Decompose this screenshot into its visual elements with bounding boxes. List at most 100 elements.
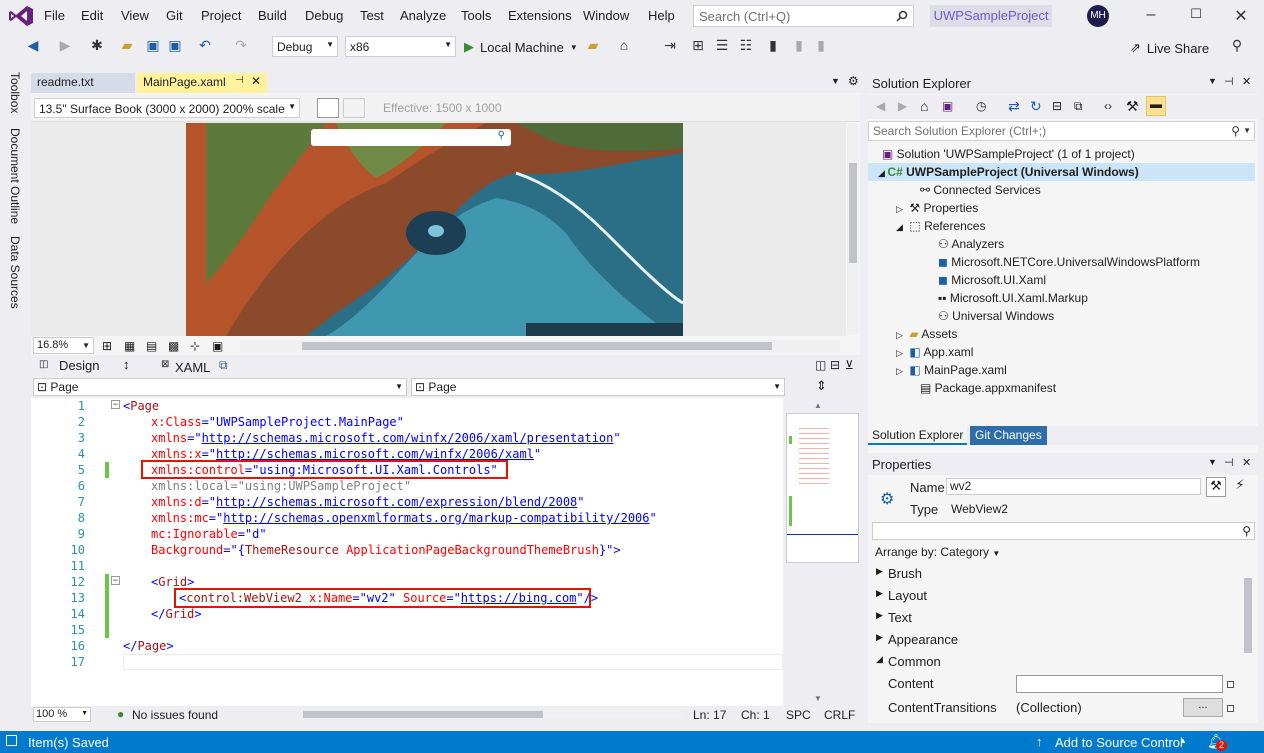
tree-ref-uixaml[interactable]: ◼ Microsoft.UI.Xaml: [938, 273, 1046, 287]
tree-connected-services[interactable]: ⚯ Connected Services: [920, 183, 1041, 197]
collapse-all-icon[interactable]: ⊟: [1052, 99, 1062, 113]
comment-icon[interactable]: ☰: [713, 37, 731, 57]
designer-vscrollbar[interactable]: [847, 123, 859, 335]
home-icon[interactable]: ⌂: [615, 37, 633, 57]
grid-icon[interactable]: ⊞: [102, 339, 112, 353]
close-tab-icon[interactable]: ✕: [251, 74, 261, 88]
tree-mainpage-xaml[interactable]: ▷ ◧ MainPage.xaml: [896, 363, 1007, 377]
swap-panes-icon[interactable]: ↕: [123, 357, 130, 372]
category-brush[interactable]: Brush: [888, 566, 922, 581]
collection-editor-button[interactable]: ...: [1183, 698, 1223, 717]
solution-search-box[interactable]: Search Solution Explorer (Ctrl+;) ⚲ ▼: [868, 121, 1255, 141]
whitespace-indicator[interactable]: SPC: [786, 708, 811, 722]
chevron-up-icon[interactable]: ▲: [1179, 736, 1187, 745]
save-icon[interactable]: ▣: [144, 37, 162, 57]
designer-zoom-select[interactable]: 16.8% ▼: [33, 337, 94, 354]
back-icon[interactable]: ◀: [876, 99, 885, 113]
menu-debug[interactable]: Debug: [305, 8, 343, 23]
category-appearance[interactable]: Appearance: [888, 632, 958, 647]
platform-select[interactable]: x86 ▼: [345, 36, 456, 57]
events-lightning-icon[interactable]: ⚡: [1230, 477, 1250, 497]
menu-extensions[interactable]: Extensions: [508, 8, 572, 23]
new-project-icon[interactable]: ✱: [88, 37, 106, 57]
feedback-icon[interactable]: ⚲: [1228, 37, 1246, 57]
name-field[interactable]: wv2: [946, 478, 1201, 495]
menu-test[interactable]: Test: [360, 8, 384, 23]
tree-ref-uixaml-markup[interactable]: ▪▪ Microsoft.UI.Xaml.Markup: [938, 291, 1088, 305]
uncomment-icon[interactable]: ☷: [737, 37, 755, 57]
close-icon[interactable]: ✕: [1242, 456, 1251, 469]
tab-solution-explorer[interactable]: Solution Explorer: [868, 426, 968, 445]
menu-project[interactable]: Project: [201, 8, 241, 23]
landscape-toggle[interactable]: [317, 98, 339, 118]
chevron-down-icon[interactable]: ▼: [831, 76, 840, 86]
view-code-icon[interactable]: ‹›: [1104, 99, 1112, 113]
next-bookmark-icon[interactable]: ▮: [812, 37, 830, 57]
undo-icon[interactable]: ↶: [196, 37, 214, 57]
pin-icon[interactable]: ⊣: [1224, 75, 1234, 88]
pin-icon[interactable]: ⊣: [1224, 456, 1234, 469]
pending-changes-icon[interactable]: ◷: [976, 99, 986, 113]
search-box[interactable]: Search (Ctrl+Q): [693, 5, 914, 27]
home-icon[interactable]: ⌂: [920, 98, 928, 114]
property-marker-icon[interactable]: [1227, 681, 1234, 688]
tree-app-xaml[interactable]: ▷ ◧ App.xaml: [896, 345, 973, 359]
close-icon[interactable]: ✕: [1231, 6, 1251, 26]
avatar[interactable]: MH: [1087, 5, 1109, 27]
vertical-split-icon[interactable]: ◫: [815, 358, 826, 372]
line-ending-indicator[interactable]: CRLF: [824, 708, 855, 722]
tab-git-changes[interactable]: Git Changes: [970, 426, 1047, 445]
member-navigation-select[interactable]: ⊡ Page ▼: [411, 378, 785, 396]
scroll-down-icon[interactable]: ▼: [814, 694, 822, 703]
properties-wrench-icon[interactable]: ⚒: [1206, 477, 1226, 497]
xaml-binding-icon[interactable]: ⇥: [661, 37, 679, 57]
layout-icon[interactable]: ⊞: [689, 37, 707, 57]
back-icon[interactable]: ◀: [24, 37, 42, 57]
tree-solution[interactable]: ▣ Solution 'UWPSampleProject' (1 of 1 pr…: [882, 147, 1135, 161]
editor-zoom-select[interactable]: 100 % ▼: [33, 707, 91, 722]
configuration-select[interactable]: Debug ▼: [272, 36, 338, 57]
menu-analyze[interactable]: Analyze: [400, 8, 446, 23]
device-preview-icon[interactable]: ▣: [212, 339, 223, 353]
data-sources-tab[interactable]: Data Sources: [8, 236, 22, 309]
artboard-icon[interactable]: ▤: [146, 339, 157, 353]
line-indicator[interactable]: Ln: 17: [693, 708, 726, 722]
close-icon[interactable]: ✕: [1242, 75, 1251, 88]
folder-icon[interactable]: ▰: [584, 37, 602, 57]
run-button[interactable]: ▶ Local Machine ▼: [464, 37, 578, 57]
tree-ref-netcore[interactable]: ◼ Microsoft.NETCore.UniversalWindowsPlat…: [938, 255, 1200, 269]
horizontal-split-icon[interactable]: ⊟: [830, 358, 840, 372]
prev-bookmark-icon[interactable]: ▮: [790, 37, 808, 57]
switch-views-icon[interactable]: ▣: [942, 99, 953, 113]
document-outline-tab[interactable]: Document Outline: [8, 128, 22, 224]
gear-icon[interactable]: ⚙: [848, 74, 859, 88]
properties-scroll-thumb[interactable]: [1244, 578, 1252, 653]
category-text[interactable]: Text: [888, 610, 912, 625]
menu-view[interactable]: View: [121, 8, 149, 23]
tree-analyzers[interactable]: ⚇ Analyzers: [938, 237, 1004, 251]
tree-assets[interactable]: ▷ ▰ Assets: [896, 327, 957, 341]
webview-preview-image[interactable]: [186, 123, 683, 336]
issues-label[interactable]: No issues found: [132, 708, 218, 722]
xaml-tab[interactable]: XAML: [175, 360, 210, 375]
chevron-down-icon[interactable]: ▼: [1208, 76, 1217, 86]
tab-mainpage-xaml[interactable]: MainPage.xaml ⊣ ✕: [137, 73, 267, 93]
show-all-files-icon[interactable]: ⧉: [1074, 99, 1083, 114]
bookmark-icon[interactable]: ▮: [764, 37, 782, 57]
category-layout[interactable]: Layout: [888, 588, 927, 603]
property-marker-icon[interactable]: [1227, 705, 1234, 712]
preview-selected-icon[interactable]: ▬: [1146, 96, 1166, 116]
arrange-by-select[interactable]: Arrange by: Category ▼: [875, 545, 1000, 559]
content-field[interactable]: [1016, 675, 1223, 693]
menu-help[interactable]: Help: [648, 8, 675, 23]
redo-icon[interactable]: ↷: [232, 37, 250, 57]
live-share-button[interactable]: ⇗ Live Share: [1130, 38, 1209, 58]
code-minimap[interactable]: [786, 413, 859, 563]
collapse-pane-icon[interactable]: ⊻: [845, 358, 854, 372]
menu-file[interactable]: File: [44, 8, 65, 23]
minimize-icon[interactable]: –: [1141, 6, 1161, 26]
type-navigation-select[interactable]: ⊡ Page ▼: [33, 378, 407, 396]
designer-hscrollbar[interactable]: [240, 340, 840, 352]
menu-tools[interactable]: Tools: [461, 8, 491, 23]
collapse-icon[interactable]: −: [111, 400, 120, 409]
